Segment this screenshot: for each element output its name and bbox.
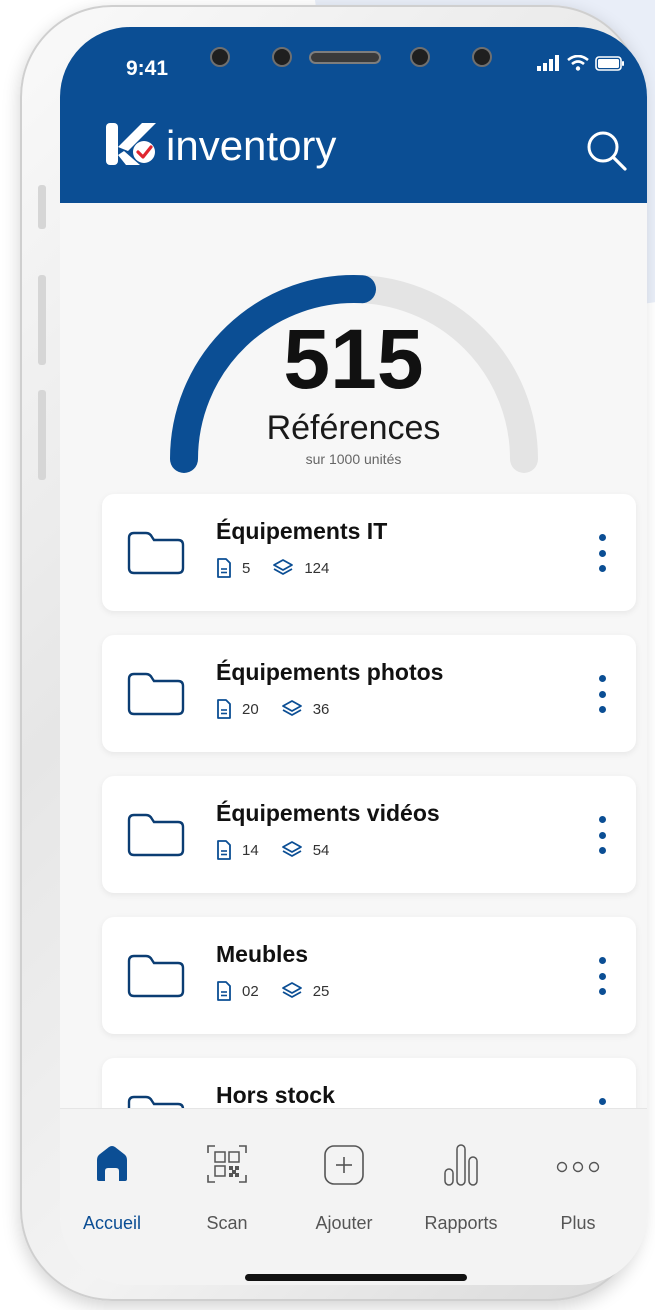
unit-count: 54 xyxy=(312,841,330,859)
mute-switch xyxy=(38,185,46,229)
category-stats: 14 54 xyxy=(216,840,351,860)
category-stats: 02 25 xyxy=(216,981,351,1001)
tab-rapports[interactable]: Rapports xyxy=(411,1109,511,1233)
add-icon xyxy=(324,1145,364,1185)
unit-count: 124 xyxy=(304,559,330,577)
qr-code-icon xyxy=(207,1145,247,1183)
status-time: 9:41 xyxy=(126,57,169,80)
tab-ajouter[interactable]: Ajouter xyxy=(294,1109,394,1233)
document-icon xyxy=(217,840,231,860)
brand-name: inventory xyxy=(166,122,337,169)
document-count: 02 xyxy=(242,982,259,1000)
more-options-button[interactable] xyxy=(596,675,608,713)
document-count: 20 xyxy=(242,700,259,718)
camera-dot xyxy=(210,47,230,67)
category-title: Équipements photos xyxy=(216,659,444,685)
bottom-tab-bar: Accueil Scan Ajouter Rapports Plus xyxy=(60,1108,647,1285)
more-horizontal-icon xyxy=(556,1161,600,1173)
category-title: Équipements vidéos xyxy=(216,800,440,826)
references-count: 515 xyxy=(283,312,424,406)
units-total: sur 1000 unités xyxy=(305,451,402,467)
more-options-button[interactable] xyxy=(596,816,608,854)
k-logo-icon xyxy=(106,123,156,165)
document-icon xyxy=(217,558,231,578)
document-count: 5 xyxy=(242,559,251,577)
folder-icon xyxy=(127,813,185,857)
layers-icon xyxy=(281,982,302,998)
sensor-dot xyxy=(272,47,292,67)
category-card[interactable]: Équipements photos 20 36 xyxy=(102,635,636,752)
volume-down-button xyxy=(38,390,46,480)
category-stats: 20 36 xyxy=(216,699,351,719)
tab-label: Scan xyxy=(206,1213,248,1233)
search-icon xyxy=(587,131,627,171)
category-title: Équipements IT xyxy=(216,518,388,544)
category-card[interactable]: Meubles 02 25 xyxy=(102,917,636,1034)
app-screen: 9:41 inventory 515 Références sur 1000 u… xyxy=(60,27,647,1285)
more-options-button[interactable] xyxy=(596,534,608,572)
battery-icon xyxy=(595,56,624,71)
category-card[interactable]: Équipements vidéos 14 54 xyxy=(102,776,636,893)
phone-frame: 9:41 inventory 515 Références sur 1000 u… xyxy=(20,5,647,1301)
tab-label: Plus xyxy=(560,1213,596,1233)
status-icons xyxy=(537,55,625,71)
tab-label: Accueil xyxy=(82,1213,142,1233)
speaker-grille xyxy=(309,51,381,64)
tab-label: Rapports xyxy=(424,1213,498,1233)
unit-count: 25 xyxy=(312,982,330,1000)
category-card[interactable]: Équipements IT 5 124 xyxy=(102,494,636,611)
category-stats: 5 124 xyxy=(216,558,351,578)
sensor-dot xyxy=(472,47,492,67)
category-title: Meubles xyxy=(216,941,309,967)
more-options-button[interactable] xyxy=(596,957,608,995)
home-icon xyxy=(97,1146,127,1181)
tab-label: Ajouter xyxy=(315,1213,373,1233)
bar-chart-icon xyxy=(444,1144,478,1186)
unit-count: 36 xyxy=(312,700,330,718)
sensor-dot xyxy=(410,47,430,67)
layers-icon xyxy=(281,841,302,857)
document-count: 14 xyxy=(242,841,259,859)
layers-icon xyxy=(273,559,294,575)
document-icon xyxy=(217,699,231,719)
document-icon xyxy=(217,981,231,1001)
category-title: Hors stock xyxy=(216,1082,335,1108)
signal-icon xyxy=(537,55,559,71)
references-label: Références xyxy=(266,409,441,447)
tab-plus[interactable]: Plus xyxy=(528,1109,628,1233)
folder-icon xyxy=(127,531,185,575)
volume-up-button xyxy=(38,275,46,365)
brand-logo: inventory xyxy=(104,121,336,167)
folder-icon xyxy=(127,954,185,998)
tab-scan[interactable]: Scan xyxy=(177,1109,277,1233)
tab-accueil[interactable]: Accueil xyxy=(62,1109,162,1233)
folder-icon xyxy=(127,672,185,716)
home-indicator xyxy=(245,1274,467,1281)
layers-icon xyxy=(281,700,302,716)
wifi-icon xyxy=(567,55,589,71)
search-button[interactable] xyxy=(585,129,629,173)
app-header: 9:41 inventory xyxy=(60,27,647,203)
